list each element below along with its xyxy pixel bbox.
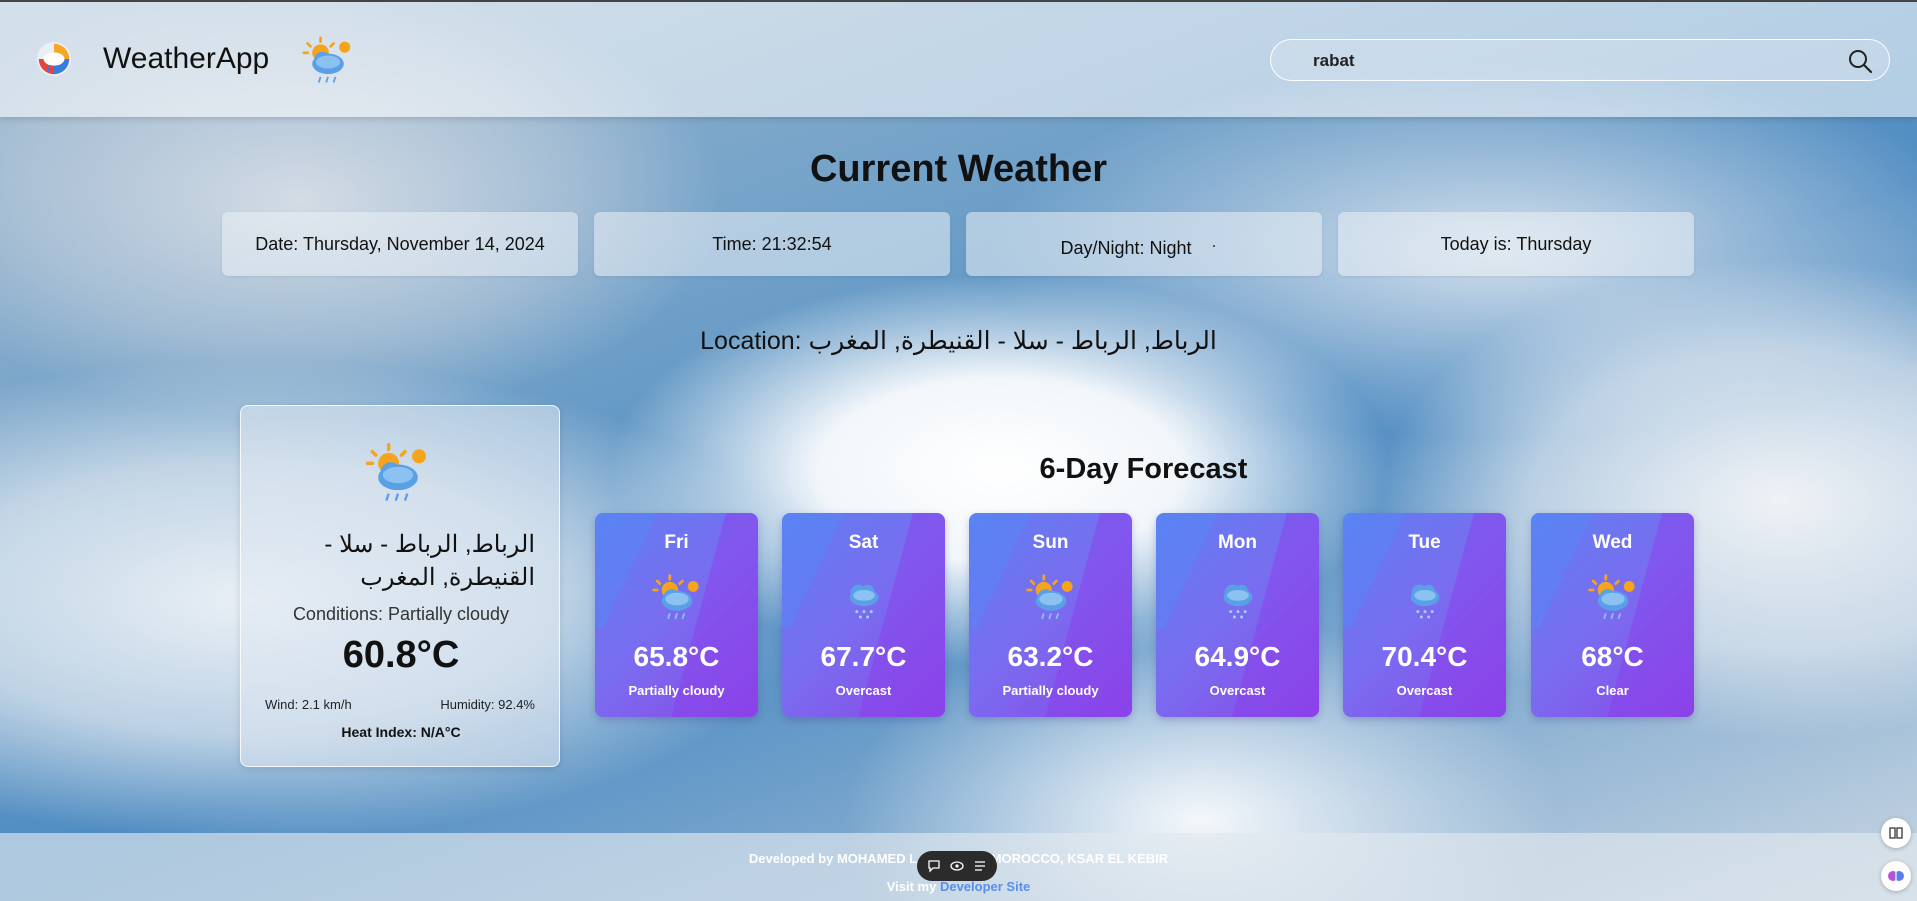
forecast-condition: Clear <box>1596 683 1629 698</box>
forecast-day: Fri <box>664 532 689 553</box>
forecast-temperature: 67.7°C <box>820 641 907 672</box>
forecast-card-tue: Tue 70.4°C Overcast <box>1343 513 1506 717</box>
today-text: Today is: Thursday <box>1440 233 1592 254</box>
crescent-moon-icon <box>1209 238 1220 258</box>
current-temperature: 60.8°C <box>342 634 460 676</box>
forecast-temperature: 64.9°C <box>1194 641 1281 672</box>
floating-toolbar <box>917 851 997 881</box>
forecast-card-fri: Fri 65.8°C Partially cloudy <box>595 513 758 717</box>
partly-cloudy-rain-icon <box>1026 574 1073 620</box>
forecast-card-sat: Sat 67.7°C Overcast <box>782 513 945 717</box>
forecast-temperature: 65.8°C <box>633 641 720 672</box>
partly-cloudy-rain-icon <box>1588 574 1635 620</box>
forecast-card-wed: Wed 68°C Clear <box>1531 513 1694 717</box>
forecast-day: Mon <box>1217 532 1258 553</box>
footer-visit-prefix: Visit my <box>886 879 940 894</box>
forecast-condition: Overcast <box>1396 683 1453 698</box>
humidity: Humidity: 92.4% <box>440 697 535 712</box>
search-icon[interactable] <box>1847 48 1873 74</box>
forecast-condition: Partially cloudy <box>1002 683 1099 698</box>
forecast-condition: Overcast <box>1209 683 1266 698</box>
current-weather-title: Current Weather <box>809 148 1108 190</box>
cloud-snow-icon <box>849 584 879 619</box>
app-title: WeatherApp <box>103 42 270 75</box>
reader-mode-button[interactable] <box>1881 818 1911 848</box>
heat-index: Heat Index: N/A°C <box>341 724 461 740</box>
forecast-temperature: 63.2°C <box>1007 641 1094 672</box>
date-card: Date: Thursday, November 14, 2024 <box>222 212 578 276</box>
forecast-condition: Overcast <box>835 683 892 698</box>
footer-credits-suffix: n MOROCCO, KSAR EL KEBIR <box>979 851 1169 866</box>
forecast-temperature: 68°C <box>1581 641 1644 672</box>
wind-speed: Wind: 2.1 km/h <box>265 697 352 712</box>
app-logo-icon <box>36 41 72 77</box>
current-conditions: Conditions: Partially cloudy <box>292 604 510 624</box>
cloud-snow-icon <box>1223 584 1253 619</box>
location-text: Location: الرباط, الرباط - سلا - القنيطر… <box>700 327 1217 355</box>
time-card: Time: 21:32:54 <box>594 212 950 276</box>
comment-icon[interactable] <box>926 858 942 874</box>
list-icon[interactable] <box>972 858 988 874</box>
partly-cloudy-rain-icon <box>302 36 351 83</box>
forecast-temperature: 70.4°C <box>1381 641 1468 672</box>
ai-assistant-button[interactable] <box>1881 861 1911 891</box>
partly-cloudy-rain-icon <box>652 574 699 620</box>
forecast-day: Sat <box>848 532 879 553</box>
forecast-condition: Partially cloudy <box>628 683 725 698</box>
forecast-card-sun: Sun 63.2°C Partially cloudy <box>969 513 1132 717</box>
search-input[interactable] <box>1311 48 1815 74</box>
footer-visit: Visit my Developer Site <box>0 879 1917 894</box>
search-bar <box>1270 39 1890 81</box>
today-card: Today is: Thursday <box>1338 212 1694 276</box>
footer-credits-prefix: Developed by MOHAMED L <box>748 851 918 866</box>
day-night-text: Day/Night: Night <box>1060 237 1192 258</box>
time-text: Time: 21:32:54 <box>712 233 832 254</box>
eye-icon[interactable] <box>949 858 965 874</box>
forecast-title: 6-Day Forecast <box>1039 453 1248 485</box>
date-text: Date: Thursday, November 14, 2024 <box>255 233 545 254</box>
developer-site-link[interactable]: Developer Site <box>940 879 1030 894</box>
partly-cloudy-rain-icon <box>365 442 426 502</box>
book-icon <box>1889 827 1903 839</box>
forecast-card-mon: Mon 64.9°C Overcast <box>1156 513 1319 717</box>
top-header: WeatherApp <box>0 0 1917 117</box>
current-location-name: الرباط, الرباط - سلا - القنيطرة, المغرب <box>324 531 535 591</box>
forecast-day: Wed <box>1592 532 1633 553</box>
cloud-snow-icon <box>1410 584 1440 619</box>
forecast-day: Tue <box>1408 532 1441 553</box>
current-weather-card: الرباط, الرباط - سلا - القنيطرة, المغرب … <box>240 405 560 767</box>
forecast-day: Sun <box>1032 532 1069 553</box>
day-night-card: Day/Night: Night <box>966 212 1322 276</box>
brain-icon <box>1888 871 1904 881</box>
